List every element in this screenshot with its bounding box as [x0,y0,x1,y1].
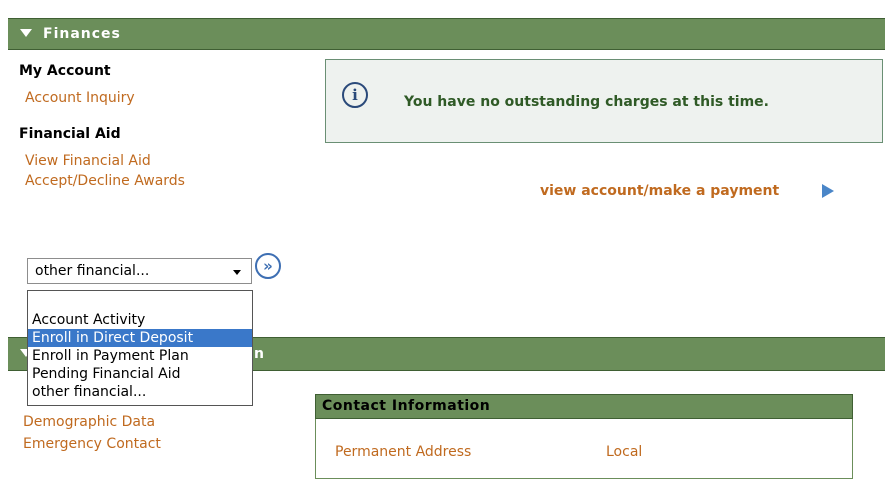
emergency-contact-link[interactable]: Emergency Contact [23,436,161,452]
outstanding-charges-notice: i You have no outstanding charges at thi… [325,59,883,143]
financial-aid-heading: Financial Aid [19,126,121,142]
other-financial-select[interactable]: other financial... [27,258,252,284]
finances-section-header[interactable]: Finances [8,18,885,50]
option-enroll-payment-plan[interactable]: Enroll in Payment Plan [28,347,252,365]
my-account-heading: My Account [19,63,111,79]
local-address-label[interactable]: Local [606,444,642,460]
chevron-down-icon[interactable] [233,270,241,275]
finances-title: Finances [43,26,121,42]
accept-decline-awards-link[interactable]: Accept/Decline Awards [25,173,185,189]
account-inquiry-link[interactable]: Account Inquiry [25,90,135,106]
contact-information-body: Permanent Address Local [315,419,853,479]
option-enroll-direct-deposit[interactable]: Enroll in Direct Deposit [28,329,252,347]
notice-message: You have no outstanding charges at this … [404,94,769,110]
permanent-address-label[interactable]: Permanent Address [335,444,471,460]
select-value: other financial... [35,263,150,279]
option-account-activity[interactable]: Account Activity [28,311,252,329]
contact-information-header: Contact Information [315,394,853,419]
play-arrow-icon[interactable] [822,184,834,198]
view-account-payment-link[interactable]: view account/make a payment [540,183,779,199]
personal-title-fragment: n [254,346,265,362]
other-financial-dropdown-list[interactable]: Account Activity Enroll in Direct Deposi… [27,290,253,406]
option-other-financial[interactable]: other financial... [28,383,252,401]
info-icon: i [342,82,368,108]
double-chevron-right-icon: » [263,257,273,275]
option-pending-financial-aid[interactable]: Pending Financial Aid [28,365,252,383]
go-button[interactable]: » [255,253,281,279]
collapse-triangle-icon[interactable] [20,29,32,37]
demographic-data-link[interactable]: Demographic Data [23,414,155,430]
contact-information-title: Contact Information [322,398,491,414]
view-financial-aid-link[interactable]: View Financial Aid [25,153,151,169]
